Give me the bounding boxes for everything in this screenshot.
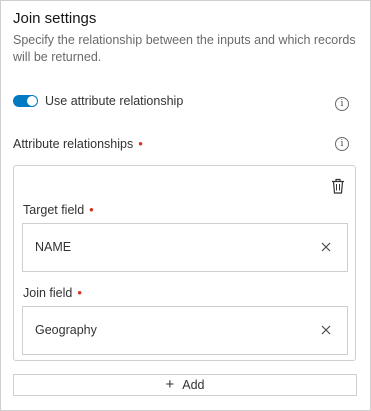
target-field-value: NAME	[35, 240, 72, 254]
required-indicator: •	[89, 202, 94, 217]
join-field-label: Join field •	[23, 285, 82, 300]
info-icon[interactable]: i	[335, 137, 349, 151]
toggle-label: Use attribute relationship	[45, 94, 184, 108]
add-button[interactable]: + Add	[13, 374, 357, 396]
close-icon[interactable]	[321, 325, 331, 335]
info-icon[interactable]: i	[335, 97, 349, 111]
target-field-label-text: Target field	[23, 203, 85, 217]
section-description: Specify the relationship between the inp…	[13, 33, 356, 64]
required-indicator: •	[138, 136, 143, 151]
attribute-relationship-switch[interactable]	[13, 95, 38, 107]
join-field-select[interactable]: Geography	[22, 306, 348, 355]
section-title: Join settings	[13, 10, 97, 27]
attribute-relationships-label: Attribute relationships •	[13, 136, 143, 151]
attribute-relationship-toggle-row: Use attribute relationship	[13, 94, 183, 108]
switch-knob	[27, 96, 37, 106]
add-button-label: Add	[182, 378, 205, 392]
attribute-relationships-label-text: Attribute relationships	[13, 137, 134, 151]
plus-icon: +	[165, 376, 175, 393]
close-icon[interactable]	[321, 242, 331, 252]
target-field-select[interactable]: NAME	[22, 223, 348, 272]
required-indicator: •	[77, 285, 82, 300]
target-field-label: Target field •	[23, 202, 94, 217]
trash-icon[interactable]	[331, 178, 345, 194]
join-field-value: Geography	[35, 323, 97, 337]
join-field-label-text: Join field	[23, 286, 73, 300]
join-settings-panel: Join settings Specify the relationship b…	[0, 0, 371, 411]
